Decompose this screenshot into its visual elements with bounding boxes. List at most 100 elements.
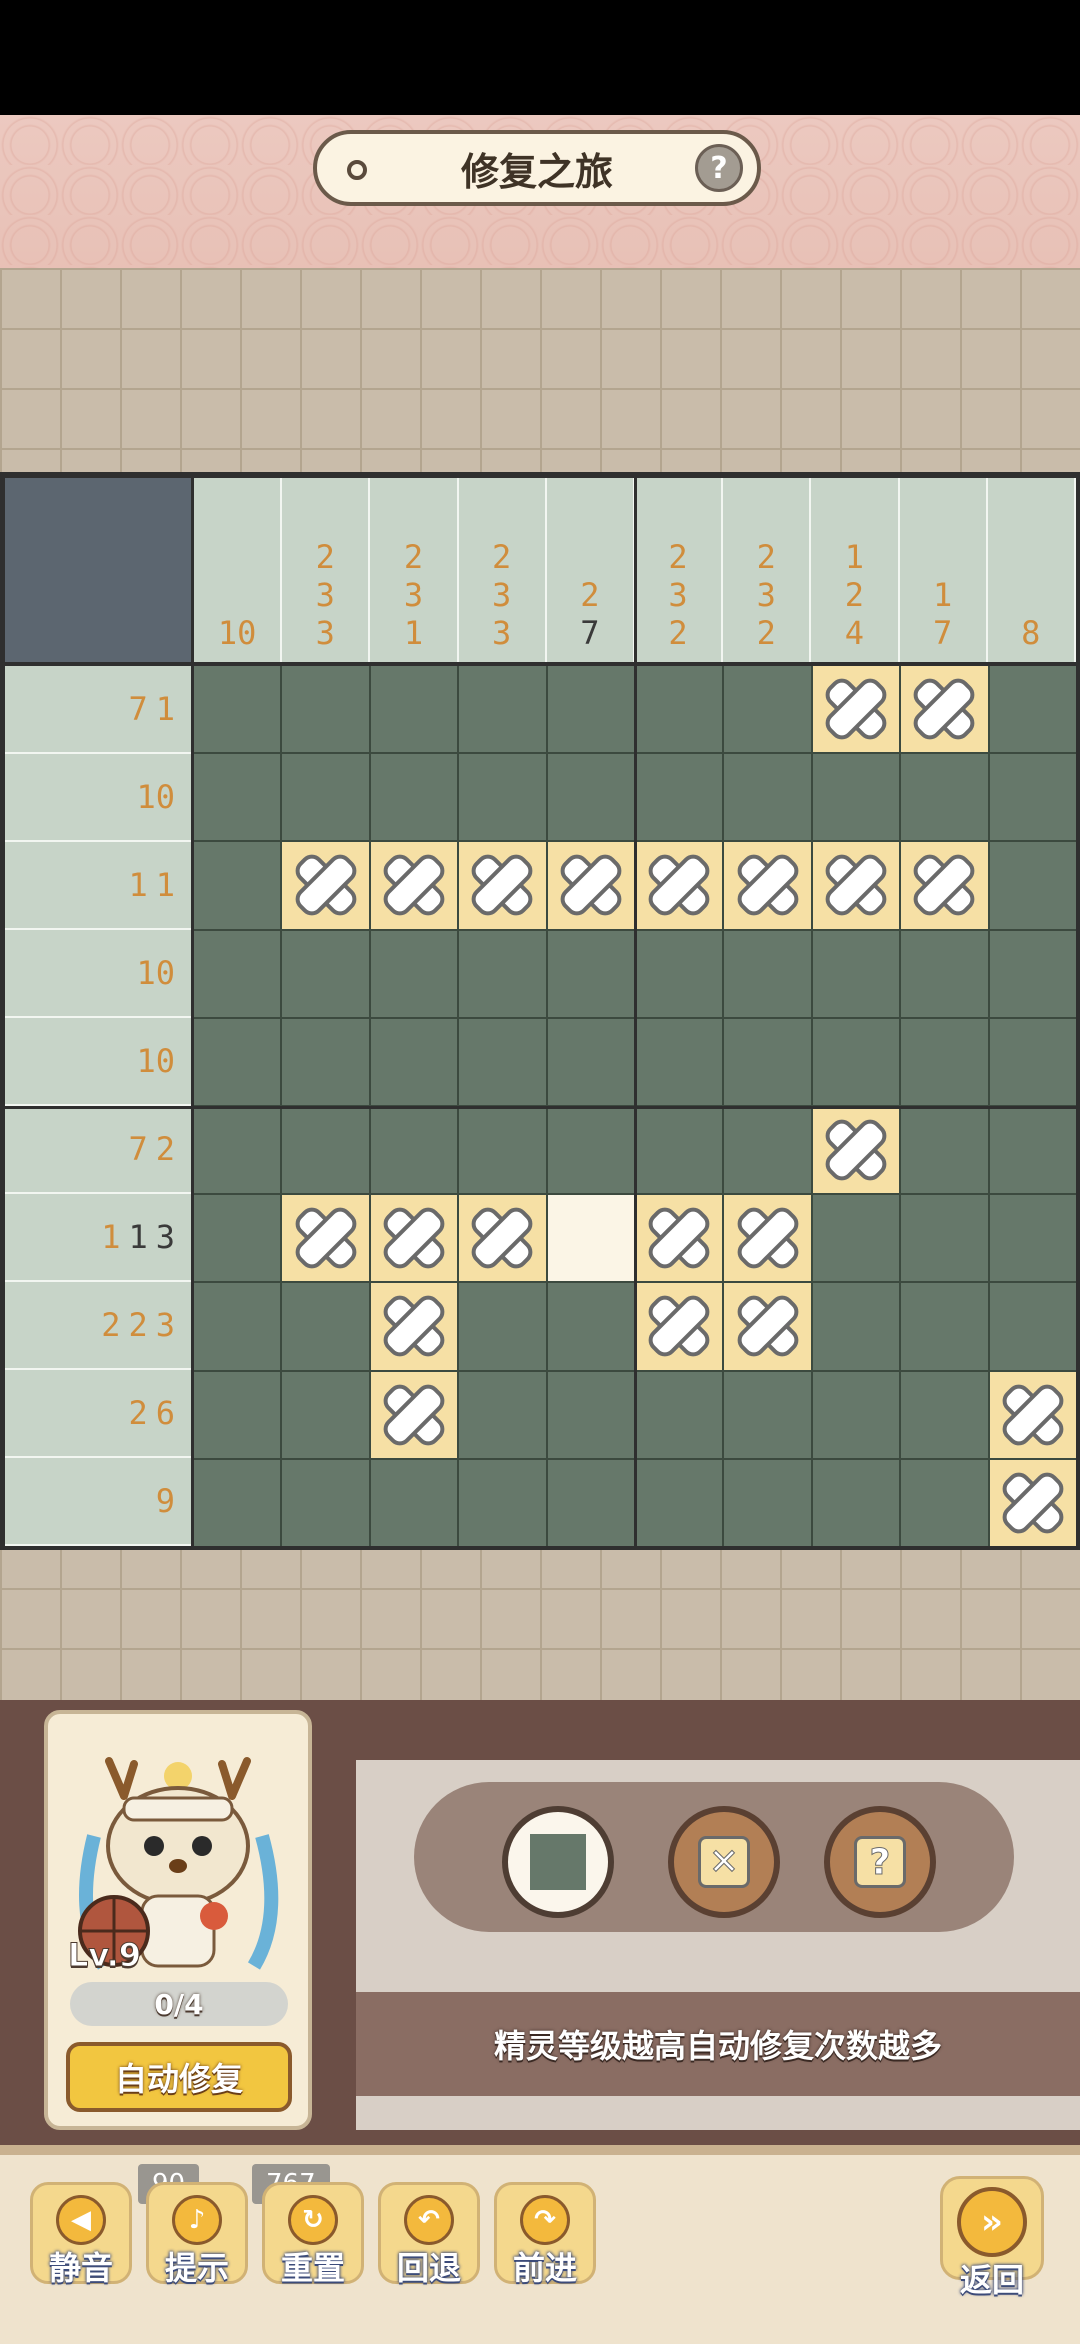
crossed-cell[interactable]	[724, 1195, 811, 1282]
filled-cell[interactable]	[370, 1459, 458, 1546]
filled-cell[interactable]	[636, 1106, 723, 1194]
redo-button[interactable]: ↷ 前进	[494, 2182, 596, 2287]
crossed-cell[interactable]	[812, 842, 900, 929]
filled-cell[interactable]	[812, 1371, 900, 1458]
crossed-cell[interactable]	[370, 1283, 458, 1370]
filled-cell[interactable]	[459, 1018, 546, 1105]
filled-cell[interactable]	[989, 842, 1076, 929]
filled-cell[interactable]	[370, 1106, 458, 1194]
help-button[interactable]: ?	[695, 144, 743, 192]
crossed-cell[interactable]	[282, 1195, 369, 1282]
filled-cell[interactable]	[989, 666, 1076, 753]
filled-cell[interactable]	[901, 754, 988, 841]
mute-button[interactable]: ◀ 静音	[30, 2182, 132, 2287]
filled-cell[interactable]	[547, 1106, 634, 1194]
filled-cell[interactable]	[547, 1459, 634, 1546]
filled-cell[interactable]	[724, 1018, 811, 1105]
filled-cell[interactable]	[194, 754, 281, 841]
crossed-cell[interactable]	[989, 1371, 1076, 1458]
filled-cell[interactable]	[901, 1018, 988, 1105]
filled-cell[interactable]	[724, 1371, 811, 1458]
filled-cell[interactable]	[282, 1459, 369, 1546]
filled-cell[interactable]	[989, 1195, 1076, 1282]
filled-cell[interactable]	[194, 1018, 281, 1105]
filled-cell[interactable]	[459, 930, 546, 1017]
filled-cell[interactable]	[636, 1371, 723, 1458]
crossed-cell[interactable]	[282, 842, 369, 929]
filled-cell[interactable]	[636, 1018, 723, 1105]
filled-cell[interactable]	[547, 666, 634, 753]
filled-cell[interactable]	[370, 1018, 458, 1105]
crossed-cell[interactable]	[459, 1195, 546, 1282]
filled-cell[interactable]	[459, 1106, 546, 1194]
hint-button[interactable]: ♪ 提示	[146, 2182, 248, 2287]
filled-cell[interactable]	[194, 1195, 281, 1282]
filled-cell[interactable]	[636, 930, 723, 1017]
filled-cell[interactable]	[282, 754, 369, 841]
empty-cell[interactable]	[547, 1195, 634, 1282]
filled-cell[interactable]	[901, 1283, 988, 1370]
filled-cell[interactable]	[901, 1371, 988, 1458]
filled-cell[interactable]	[282, 1371, 369, 1458]
filled-cell[interactable]	[370, 930, 458, 1017]
crossed-cell[interactable]	[989, 1459, 1076, 1546]
filled-cell[interactable]	[282, 1106, 369, 1194]
filled-cell[interactable]	[370, 666, 458, 753]
filled-cell[interactable]	[282, 1283, 369, 1370]
mark-tool-button[interactable]: ✕	[668, 1806, 780, 1918]
undo-button[interactable]: ↶ 回退	[378, 2182, 480, 2287]
crossed-cell[interactable]	[636, 1195, 723, 1282]
auto-repair-button[interactable]: 自动修复	[66, 2042, 292, 2112]
filled-cell[interactable]	[989, 930, 1076, 1017]
crossed-cell[interactable]	[370, 842, 458, 929]
filled-cell[interactable]	[282, 930, 369, 1017]
filled-cell[interactable]	[901, 1459, 988, 1546]
filled-cell[interactable]	[989, 754, 1076, 841]
filled-cell[interactable]	[812, 930, 900, 1017]
filled-cell[interactable]	[812, 754, 900, 841]
filled-cell[interactable]	[989, 1106, 1076, 1194]
filled-cell[interactable]	[636, 1459, 723, 1546]
crossed-cell[interactable]	[636, 1283, 723, 1370]
filled-cell[interactable]	[194, 666, 281, 753]
filled-cell[interactable]	[989, 1283, 1076, 1370]
filled-cell[interactable]	[547, 1371, 634, 1458]
filled-cell[interactable]	[459, 1459, 546, 1546]
crossed-cell[interactable]	[901, 666, 988, 753]
filled-cell[interactable]	[724, 666, 811, 753]
filled-cell[interactable]	[194, 1459, 281, 1546]
crossed-cell[interactable]	[812, 666, 900, 753]
unknown-tool-button[interactable]: ?	[824, 1806, 936, 1918]
back-button[interactable]: » 返回	[940, 2176, 1044, 2299]
crossed-cell[interactable]	[370, 1371, 458, 1458]
crossed-cell[interactable]	[724, 842, 811, 929]
crossed-cell[interactable]	[370, 1195, 458, 1282]
filled-cell[interactable]	[724, 1459, 811, 1546]
filled-cell[interactable]	[724, 1106, 811, 1194]
filled-cell[interactable]	[901, 1106, 988, 1194]
filled-cell[interactable]	[812, 1018, 900, 1105]
filled-cell[interactable]	[459, 754, 546, 841]
filled-cell[interactable]	[989, 1018, 1076, 1105]
filled-cell[interactable]	[636, 754, 723, 841]
filled-cell[interactable]	[370, 754, 458, 841]
fill-tool-button[interactable]	[502, 1806, 614, 1918]
crossed-cell[interactable]	[812, 1106, 900, 1194]
filled-cell[interactable]	[459, 1283, 546, 1370]
filled-cell[interactable]	[547, 1018, 634, 1105]
filled-cell[interactable]	[194, 930, 281, 1017]
filled-cell[interactable]	[282, 666, 369, 753]
filled-cell[interactable]	[812, 1195, 900, 1282]
filled-cell[interactable]	[459, 666, 546, 753]
filled-cell[interactable]	[547, 754, 634, 841]
filled-cell[interactable]	[901, 1195, 988, 1282]
filled-cell[interactable]	[194, 1371, 281, 1458]
filled-cell[interactable]	[636, 666, 723, 753]
crossed-cell[interactable]	[901, 842, 988, 929]
filled-cell[interactable]	[812, 1283, 900, 1370]
filled-cell[interactable]	[547, 1283, 634, 1370]
filled-cell[interactable]	[812, 1459, 900, 1546]
filled-cell[interactable]	[194, 1106, 281, 1194]
filled-cell[interactable]	[901, 930, 988, 1017]
filled-cell[interactable]	[459, 1371, 546, 1458]
